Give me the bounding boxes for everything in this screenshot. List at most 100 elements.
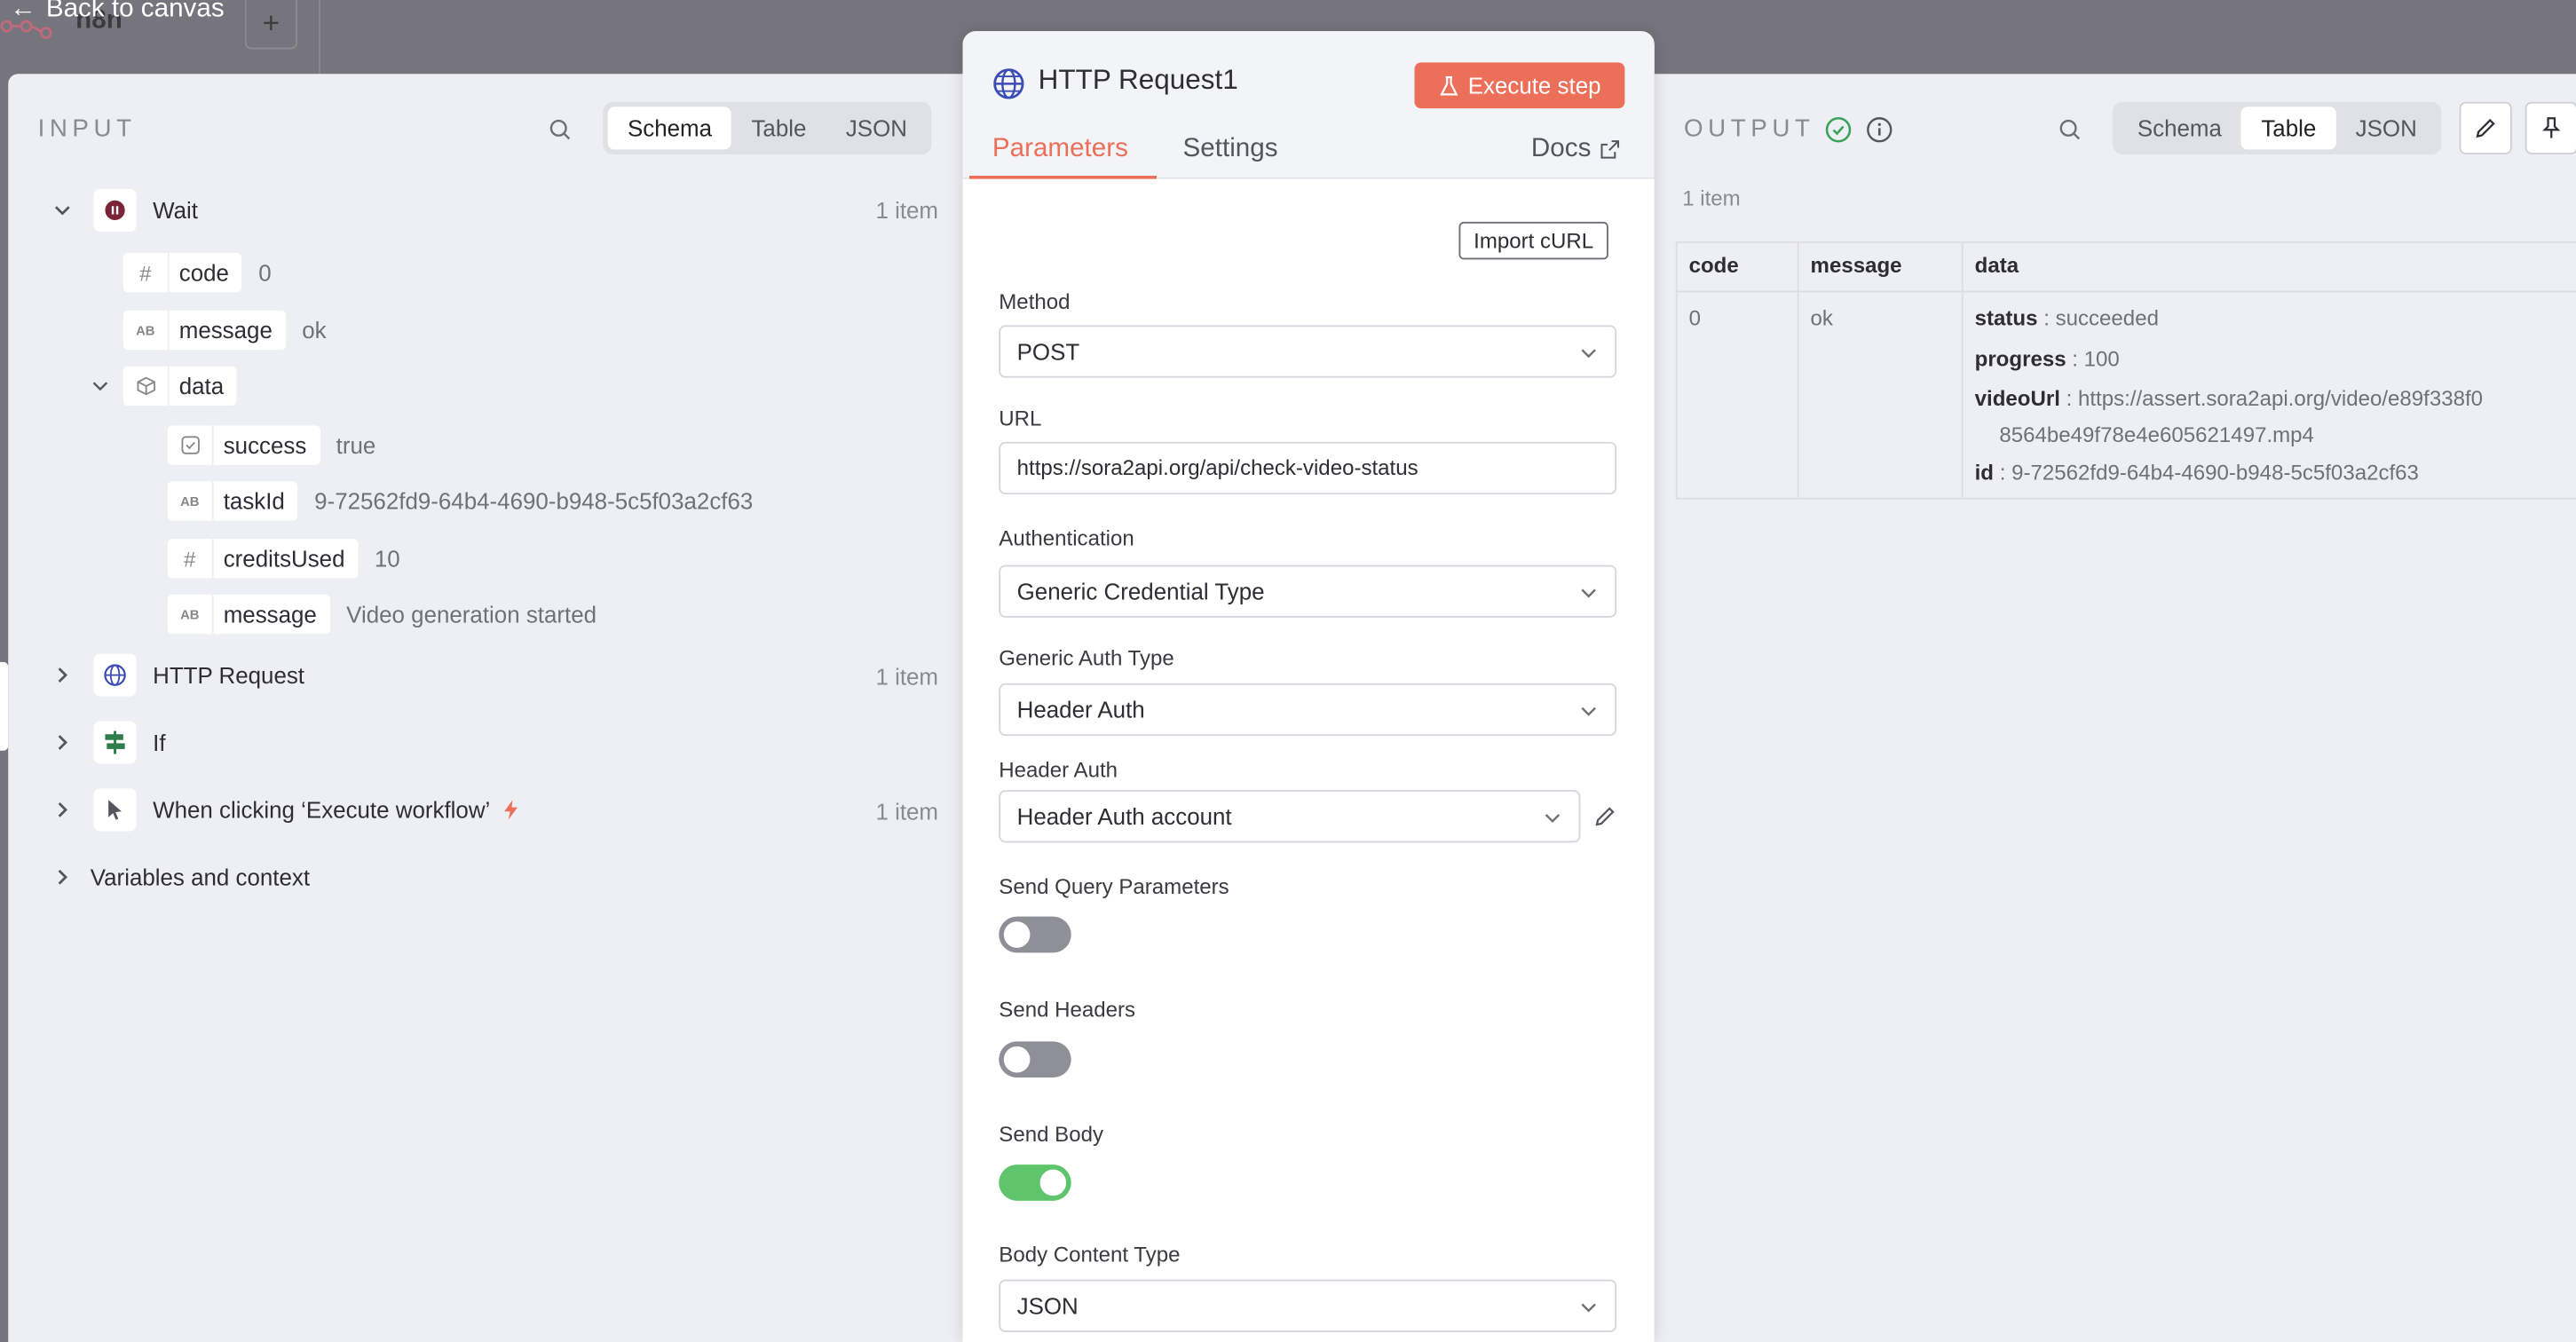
tree-node-wait[interactable]: Wait: [51, 188, 198, 232]
url-input[interactable]: https://sora2api.org/api/check-video-sta…: [999, 441, 1617, 495]
authentication-value: Generic Credential Type: [1016, 578, 1265, 605]
tab-settings[interactable]: Settings: [1183, 135, 1278, 164]
schema-field-creditsused: # creditsUsed 10: [167, 539, 400, 579]
key: progress: [1974, 346, 2066, 372]
key: status: [1974, 305, 2038, 330]
execute-step-button[interactable]: Execute step: [1414, 62, 1625, 109]
output-heading: OUTPUT: [1684, 114, 1815, 144]
field-value: ok: [302, 317, 327, 343]
output-tab-table[interactable]: Table: [2241, 107, 2336, 150]
chevron-right-icon[interactable]: [51, 731, 74, 754]
tree-node-manual-trigger[interactable]: When clicking ‘Execute workflow’: [51, 788, 519, 832]
value: 9-72562fd9-64b4-4690-b948-5c5f03a2cf63: [2011, 460, 2419, 485]
field-value: 10: [374, 545, 400, 572]
number-type-icon: #: [168, 539, 214, 579]
parameters-panel: Import cURL Method POST URL https://sora…: [962, 178, 1655, 1342]
chevron-right-icon[interactable]: [51, 798, 74, 821]
chevron-down-icon: [1581, 349, 1596, 359]
pin-icon: [2542, 117, 2561, 138]
url-label: URL: [999, 406, 1042, 430]
send-query-toggle[interactable]: [999, 916, 1071, 953]
info-icon[interactable]: [1866, 116, 1892, 143]
input-tab-table[interactable]: Table: [731, 107, 826, 149]
string-type-icon: AB: [168, 594, 214, 635]
chevron-down-icon[interactable]: [89, 375, 112, 398]
body-content-type-select[interactable]: JSON: [999, 1279, 1617, 1332]
import-curl-button[interactable]: Import cURL: [1458, 221, 1608, 260]
chevron-down-icon: [1581, 1303, 1596, 1313]
url-value: https://sora2api.org/api/check-video-sta…: [1016, 454, 1418, 480]
method-select[interactable]: POST: [999, 325, 1617, 378]
chevron-right-icon[interactable]: [51, 664, 74, 687]
search-icon[interactable]: [549, 118, 572, 141]
kv-status: status : succeeded: [1974, 305, 2159, 330]
cell-data: status : succeeded progress : 100 videoU…: [1964, 292, 2576, 497]
add-tab-button[interactable]: +: [244, 0, 297, 50]
object-type-icon: [123, 366, 170, 407]
if-signpost-icon: [93, 721, 137, 764]
schema-field-code: # code 0: [122, 253, 272, 293]
send-query-label: Send Query Parameters: [999, 873, 1229, 899]
field-name: message: [223, 601, 317, 628]
panel-resize-handle[interactable]: [0, 661, 9, 751]
tab-parameters[interactable]: Parameters: [992, 135, 1128, 164]
key: id: [1974, 460, 1995, 485]
field-name: taskId: [223, 487, 285, 515]
node-label-http-request: HTTP Request: [153, 661, 305, 689]
field-name: message: [178, 317, 273, 343]
divider: [319, 0, 320, 76]
edit-output-button[interactable]: [2459, 101, 2512, 154]
column-header-data: data: [1974, 253, 2019, 278]
node-label-variables: Variables and context: [90, 864, 311, 891]
schema-field-data[interactable]: data: [89, 366, 237, 407]
input-tab-schema[interactable]: Schema: [607, 107, 732, 150]
cursor-icon: [93, 788, 137, 832]
output-tab-json[interactable]: JSON: [2335, 107, 2437, 149]
item-count: 1 item: [875, 798, 939, 825]
method-value: POST: [1016, 338, 1080, 365]
header-auth-label: Header Auth: [999, 757, 1118, 782]
pin-data-button[interactable]: [2525, 101, 2576, 154]
cell-code: 0: [1678, 292, 1799, 498]
chevron-down-icon: [1545, 814, 1561, 824]
field-name: creditsUsed: [223, 545, 345, 572]
send-headers-toggle[interactable]: [999, 1041, 1071, 1078]
send-headers-label: Send Headers: [999, 997, 1136, 1022]
send-body-toggle[interactable]: [999, 1164, 1071, 1201]
back-to-canvas-link[interactable]: ← Back to canvas: [10, 0, 225, 25]
pause-icon: [93, 188, 137, 232]
column-header-code: code: [1678, 242, 1799, 291]
docs-label: Docs: [1530, 134, 1592, 163]
string-type-icon: AB: [123, 310, 170, 351]
generic-auth-type-select[interactable]: Header Auth: [999, 683, 1617, 737]
arrow-left-icon: ←: [10, 0, 36, 23]
tree-node-variables[interactable]: Variables and context: [51, 864, 310, 890]
input-tab-json[interactable]: JSON: [826, 107, 928, 149]
chevron-down-icon[interactable]: [51, 199, 74, 222]
edit-credential-pencil-icon[interactable]: [1593, 805, 1616, 828]
node-label-trigger: When clicking ‘Execute workflow’: [153, 796, 491, 824]
field-value: true: [336, 431, 376, 459]
schema-field-success: success true: [167, 425, 376, 465]
search-icon[interactable]: [2058, 118, 2082, 141]
number-type-icon: #: [123, 253, 170, 293]
header-auth-value: Header Auth account: [1016, 802, 1232, 830]
chevron-right-icon[interactable]: [51, 865, 74, 888]
schema-field-taskid: AB taskId 9-72562fd9-64b4-4690-b948-5c5f0…: [167, 481, 753, 521]
node-title[interactable]: HTTP Request1: [1039, 64, 1238, 97]
docs-link[interactable]: Docs: [1531, 135, 1621, 164]
lightning-icon: [504, 800, 518, 820]
output-tab-schema[interactable]: Schema: [2118, 107, 2241, 149]
authentication-select[interactable]: Generic Credential Type: [999, 564, 1617, 618]
input-panel: INPUT Schema Table JSON Wait 1 item # cod…: [8, 74, 965, 1342]
tree-node-if[interactable]: If: [51, 721, 166, 764]
header-auth-select[interactable]: Header Auth account: [999, 790, 1581, 843]
table-row: 0 ok status : succeeded progress : 100 v…: [1678, 292, 2576, 498]
flask-icon: [1439, 75, 1458, 95]
value: https://assert.sora2api.org/video/e89f33…: [2077, 385, 2484, 411]
input-view-switcher: Schema Table JSON: [603, 101, 932, 154]
tree-node-http-request[interactable]: HTTP Request: [51, 653, 305, 697]
schema-field-message: AB message ok: [122, 310, 327, 351]
external-link-icon: [1601, 140, 1620, 159]
authentication-label: Authentication: [999, 525, 1134, 550]
